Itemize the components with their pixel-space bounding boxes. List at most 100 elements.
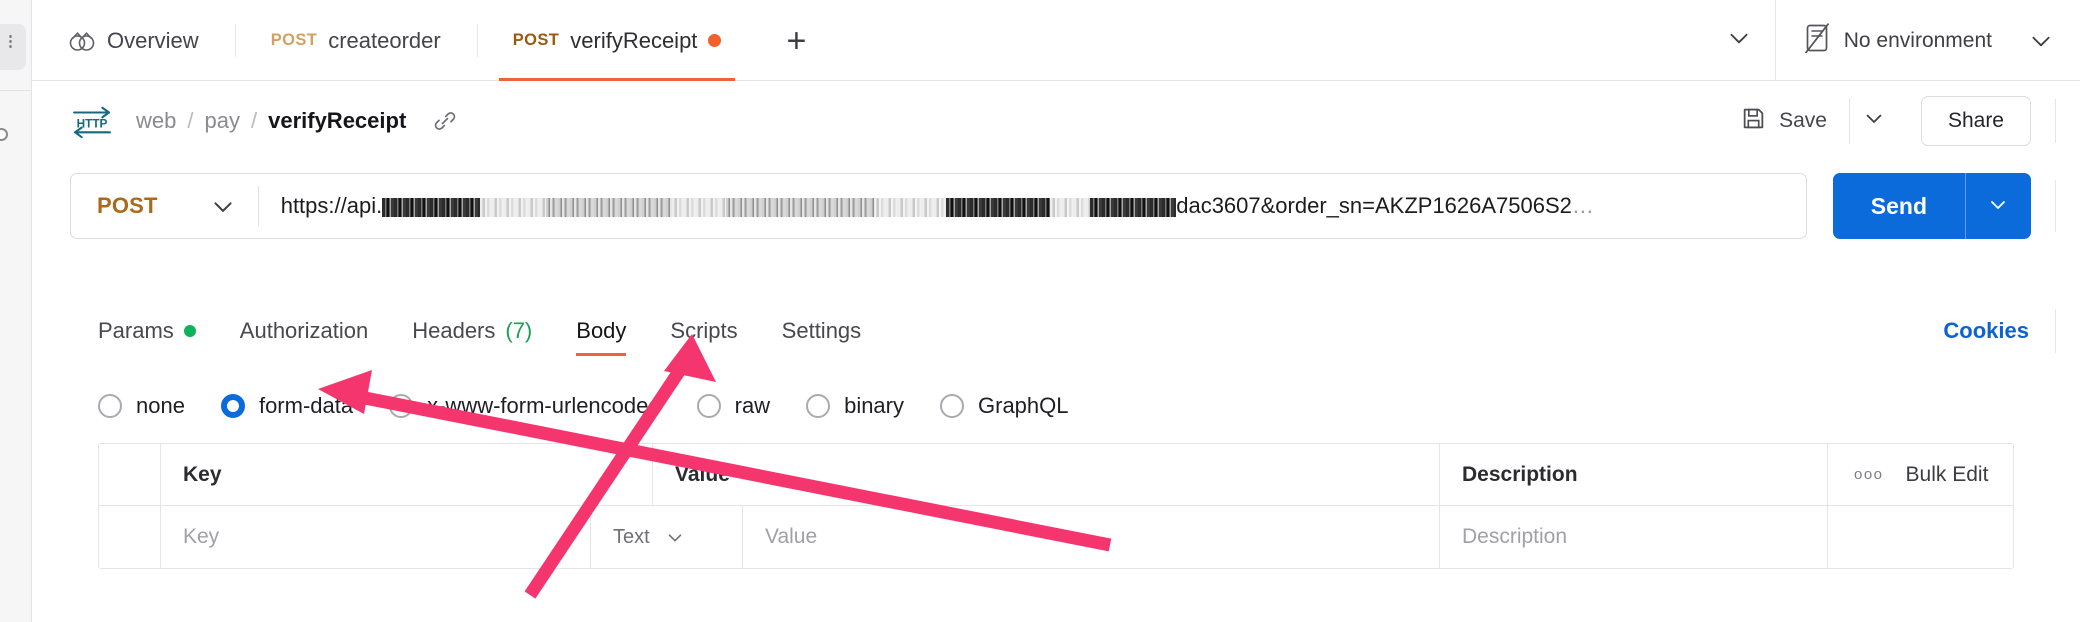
tab-label: Params — [98, 318, 174, 343]
bulk-edit-label[interactable]: Bulk Edit — [1906, 463, 1989, 487]
tab-label: Authorization — [239, 318, 369, 343]
radio-circle-icon — [98, 394, 122, 418]
right-panel-divider — [2055, 98, 2056, 143]
type-value: Text — [613, 525, 650, 548]
cookies-link[interactable]: Cookies — [1943, 318, 2029, 344]
tab-body[interactable]: Body — [576, 300, 627, 362]
no-environment-icon — [1804, 23, 1830, 58]
url-redacted-segment — [382, 197, 481, 217]
body-type-radio-group: none form-data x-www-form-urlencoded raw… — [32, 375, 2080, 437]
url-redacted-segment — [672, 197, 727, 217]
tab-headers[interactable]: Headers (7) — [412, 300, 532, 362]
radio-label: x-www-form-urlencoded — [427, 393, 661, 418]
value-placeholder: Value — [765, 525, 818, 548]
tab-label: Body — [576, 318, 627, 343]
tab-list-dropdown-button[interactable] — [1703, 0, 1775, 81]
chevron-down-icon[interactable] — [2028, 28, 2054, 54]
right-panel-divider — [2055, 309, 2056, 353]
tab-settings[interactable]: Settings — [782, 300, 862, 362]
save-disk-icon — [1741, 106, 1766, 136]
tab-label: createorder — [328, 27, 441, 53]
url-redacted-segment — [874, 197, 947, 217]
params-present-dot-icon — [183, 325, 196, 337]
request-url-bar: POST https://api. dac3607&order_sn=AKZP1… — [32, 160, 2080, 252]
sidebar-chip-dots-icon: ⋮ — [3, 33, 18, 50]
overview-icon — [68, 30, 96, 52]
http-method-selector[interactable]: POST — [71, 174, 258, 238]
column-label-key: Key — [183, 462, 222, 486]
tab-params[interactable]: Params — [98, 300, 196, 362]
send-button-group: Send — [1832, 173, 2031, 239]
http-method-label: POST — [97, 193, 158, 218]
save-button[interactable]: Save — [1725, 98, 1843, 144]
column-label-value: Value — [675, 462, 730, 486]
tab-scripts[interactable]: Scripts — [670, 300, 737, 362]
new-tab-button[interactable]: + — [757, 0, 835, 81]
share-button[interactable]: Share — [1920, 95, 2031, 146]
url-redacted-segment — [1090, 197, 1177, 217]
radio-graphql[interactable]: GraphQL — [940, 393, 1069, 419]
send-options-button[interactable] — [1965, 173, 2031, 239]
table-row: Key Text Value Description — [99, 506, 2013, 568]
save-options-button[interactable] — [1848, 97, 1899, 144]
more-options-icon[interactable]: ooo — [1854, 466, 1884, 483]
chevron-down-icon — [664, 526, 686, 548]
environment-selector[interactable]: No environment — [1774, 0, 2080, 81]
url-input[interactable]: https://api. dac3607&order_sn=AKZP1626A7… — [259, 174, 1806, 238]
url-redacted-segment — [546, 197, 673, 217]
breadcrumb: web / pay / verifyReceipt — [136, 108, 406, 134]
radio-form-data[interactable]: form-data — [220, 393, 353, 419]
table-header-key: Key — [161, 444, 653, 505]
key-placeholder: Key — [183, 525, 220, 548]
chevron-down-icon — [1986, 192, 2010, 221]
left-sidebar-rail: ⋮ — [0, 0, 32, 622]
tab-createorder[interactable]: POST createorder — [234, 0, 477, 81]
save-label: Save — [1779, 108, 1827, 132]
http-protocol-icon: HTTP — [70, 104, 114, 138]
send-button[interactable]: Send — [1832, 173, 1965, 239]
chevron-down-icon — [1726, 25, 1752, 56]
url-truncation-ellipsis: … — [1571, 193, 1594, 218]
radio-none[interactable]: none — [98, 393, 185, 419]
right-panel-divider — [2055, 180, 2056, 232]
tab-label: Overview — [107, 27, 199, 53]
postman-app-window: ⋮ Overview POST createorder POST verifyR… — [0, 0, 2080, 622]
url-redacted-segment — [726, 197, 875, 217]
breadcrumb-item-pay[interactable]: pay — [204, 108, 239, 134]
row-checkbox-cell[interactable] — [99, 506, 161, 568]
bulk-edit-cell[interactable]: ooo Bulk Edit — [1828, 444, 2013, 505]
url-redacted-segment — [946, 197, 1051, 217]
tab-label: Scripts — [670, 318, 738, 343]
breadcrumb-item-web[interactable]: web — [136, 108, 176, 134]
tab-authorization[interactable]: Authorization — [240, 300, 368, 362]
radio-x-www-form-urlencoded[interactable]: x-www-form-urlencoded — [389, 393, 661, 419]
link-icon[interactable] — [432, 108, 458, 134]
sidebar-collapsed-chip[interactable]: ⋮ — [0, 24, 26, 70]
radio-raw[interactable]: raw — [696, 393, 771, 419]
tab-overview[interactable]: Overview — [32, 0, 235, 81]
type-selector[interactable]: Text — [613, 526, 686, 549]
row-key-cell[interactable]: Key — [161, 506, 591, 568]
radio-label: raw — [734, 393, 771, 418]
row-description-cell[interactable]: Description — [1440, 506, 1828, 568]
radio-circle-icon — [696, 394, 721, 418]
plus-icon: + — [786, 21, 807, 60]
breadcrumb-current-request[interactable]: verifyReceipt — [268, 108, 406, 134]
tab-method-label: POST — [270, 31, 318, 49]
environment-label: No environment — [1843, 28, 1992, 52]
radio-circle-icon — [940, 394, 964, 418]
form-data-table: Key Value Description ooo Bulk Edit Key … — [98, 443, 2014, 569]
radio-binary[interactable]: binary — [806, 393, 904, 419]
sidebar-divider — [0, 90, 32, 91]
url-visible-tail: dac3607&order_sn=AKZP1626A7506S2 — [1176, 193, 1572, 218]
url-prefix: https://api. — [280, 193, 383, 218]
row-type-cell[interactable]: Text — [591, 506, 743, 568]
url-redacted-segment — [1050, 197, 1091, 217]
radio-label: binary — [844, 393, 904, 418]
tab-method-label: POST — [512, 31, 560, 49]
row-value-cell[interactable]: Value — [743, 506, 1440, 568]
open-tabs-area: Overview POST createorder POST verifyRec… — [32, 0, 1775, 81]
url-input-container: POST https://api. dac3607&order_sn=AKZP1… — [70, 173, 1807, 239]
sidebar-circle-icon[interactable] — [0, 128, 8, 141]
tab-verifyreceipt[interactable]: POST verifyReceipt — [476, 0, 758, 81]
